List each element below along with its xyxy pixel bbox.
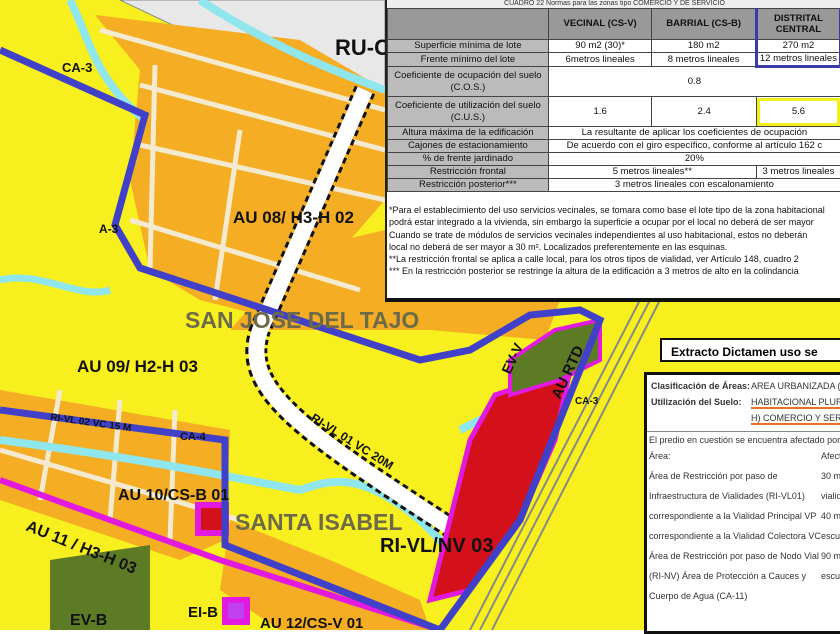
- row-label: Altura máxima de la edificación: [388, 127, 549, 140]
- cell: 90 m2 (30)*: [548, 40, 652, 53]
- label-ca4: CA-4: [180, 431, 207, 443]
- row-label: Restricción frontal: [388, 166, 549, 179]
- dictamen-right-line: 30 met: [821, 471, 840, 481]
- cell: 5 metros lineales**: [548, 166, 756, 179]
- row-label: Cajones de estacionamiento: [388, 140, 549, 153]
- dictamen-right-line: Afectac: [821, 451, 840, 461]
- table-row: Restricción frontal5 metros lineales**3 …: [388, 166, 840, 179]
- note-line: *** En la restricción posterior se restr…: [389, 265, 840, 277]
- divider: [385, 298, 840, 302]
- norms-table: VECINAL (CS-V) BARRIAL (CS-B) DISTRITAL …: [387, 8, 840, 192]
- clasificacion-label: Clasificación de Áreas:: [651, 381, 750, 391]
- row-label: Restricción posterior***: [388, 179, 549, 192]
- dictamen-left-line: Área:: [649, 451, 671, 461]
- row-label: % de frente jardinado: [388, 153, 549, 166]
- cell: 12 metros lineales: [756, 53, 840, 67]
- cell: 3 metros lineales con escalonamiento: [548, 179, 840, 192]
- table-row: Coeficiente de ocupación del suelo (C.O.…: [388, 67, 840, 97]
- label-ev-b: EV-B: [70, 612, 107, 629]
- dictamen-right-line: vialidad: [821, 491, 840, 501]
- label-ei-b: EI-B: [188, 604, 218, 621]
- table-title: CUADRO 22 Normas para las zonas tipo COM…: [387, 0, 840, 8]
- cell: 180 m2: [652, 40, 756, 53]
- note-line: **La restricción frontal se aplica a cal…: [389, 253, 840, 265]
- header-blank: [388, 9, 549, 40]
- table-row: Cajones de estacionamientoDe acuerdo con…: [388, 140, 840, 153]
- cell: 270 m2: [756, 40, 840, 53]
- dictamen-right-line: escurri: [821, 531, 840, 541]
- dictamen-intro: El predio en cuestión se encuentra afect…: [649, 435, 840, 445]
- dictamen-left-line: correspondiente a la Vialidad Colectora …: [649, 531, 821, 541]
- header-vecinal: VECINAL (CS-V): [548, 9, 652, 40]
- cell: 2.4: [652, 97, 756, 127]
- utilizacion-value-2: H) COMERCIO Y SERVICIO: [751, 413, 840, 425]
- label-a3: A-3: [99, 222, 119, 236]
- table-row: Coeficiente de utilización del suelo (C.…: [388, 97, 840, 127]
- cell: De acuerdo con el giro específico, confo…: [548, 140, 840, 153]
- label-au12: AU 12/CS-V 01: [260, 615, 363, 630]
- dictamen-left-line: (RI-NV) Área de Protección a Cauces y: [649, 571, 806, 581]
- norms-table-panel: CUADRO 22 Normas para las zonas tipo COM…: [385, 0, 840, 300]
- clasificacion-value: AREA URBANIZADA (AU: [751, 381, 840, 391]
- label-ru: RU-C: [335, 35, 390, 60]
- note-line: podrá estar integrado a la vivienda, sin…: [389, 216, 840, 228]
- label-santa-isabel: SANTA ISABEL: [235, 509, 402, 535]
- dictamen-left-line: correspondiente a la Vialidad Principal …: [649, 511, 816, 521]
- cell: 6metros lineales: [548, 53, 652, 67]
- dictamen-left-line: Infraestructura de Vialidades (RI-VL01): [649, 491, 805, 501]
- table-row: % de frente jardinado20%: [388, 153, 840, 166]
- cell: 0.8: [548, 67, 840, 97]
- cell-highlighted: 5.6: [756, 97, 840, 127]
- cell: 8 metros lineales: [652, 53, 756, 67]
- dictamen-left-line: Área de Restricción por paso de: [649, 471, 778, 481]
- table-row: Altura máxima de la edificaciónLa result…: [388, 127, 840, 140]
- header-distrital: DISTRITAL CENTRAL: [756, 9, 840, 40]
- dictamen-left-line: Cuerpo de Agua (CA-11): [649, 591, 747, 601]
- row-label: Coeficiente de ocupación del suelo (C.O.…: [388, 67, 549, 97]
- row-label: Frente mínimo del lote: [388, 53, 549, 67]
- dictamen-right-line: 90 met: [821, 551, 840, 561]
- site-ei-b: [225, 600, 247, 622]
- label-au10: AU 10/CS-B 01: [118, 487, 229, 504]
- utilizacion-label: Utilización del Suelo:: [651, 397, 742, 407]
- label-au08: AU 08/ H3-H 02: [233, 208, 354, 227]
- cell: 20%: [548, 153, 840, 166]
- note-line: Cuando se trate de módulos de servicios …: [389, 229, 840, 241]
- label-ri-vl-nv03: RI-VL/NV 03: [380, 535, 493, 557]
- row-label: Coeficiente de utilización del suelo (C.…: [388, 97, 549, 127]
- header-barrial: BARRIAL (CS-B): [652, 9, 756, 40]
- label-au09: AU 09/ H2-H 03: [77, 357, 198, 376]
- table-row: Restricción posterior***3 metros lineale…: [388, 179, 840, 192]
- utilizacion-value-1: HABITACIONAL PLURIFAM: [751, 397, 840, 409]
- cell: La resultante de aplicar los coeficiente…: [548, 127, 840, 140]
- note-line: local no deberá de ser mayor a 30 m². Lo…: [389, 241, 840, 253]
- dictamen-right-line: 40 met: [821, 511, 840, 521]
- label-san-jose: SAN JOSE DEL TAJO: [185, 307, 419, 333]
- table-header-row: VECINAL (CS-V) BARRIAL (CS-B) DISTRITAL …: [388, 9, 840, 40]
- cell: 1.6: [548, 97, 652, 127]
- label-ca3: CA-3: [62, 60, 92, 75]
- cell: 3 metros lineales: [756, 166, 840, 179]
- table-notes: *Para el establecimiento del uso servici…: [387, 204, 840, 278]
- dictamen-left-line: Área de Restricción por paso de Nodo Via…: [649, 551, 819, 561]
- table-row: Frente mínimo del lote6metros lineales8 …: [388, 53, 840, 67]
- dictamen-right-line: escurri: [821, 571, 840, 581]
- row-label: Superficie mínima de lote: [388, 40, 549, 53]
- extracto-title: Extracto Dictamen uso se: [660, 338, 840, 362]
- label-ca3-right: CA-3: [575, 396, 599, 407]
- table-row: Superficie mínima de lote90 m2 (30)*180 …: [388, 40, 840, 53]
- note-line: *Para el establecimiento del uso servici…: [389, 204, 840, 216]
- dictamen-panel: Clasificación de Áreas: AREA URBANIZADA …: [644, 372, 840, 634]
